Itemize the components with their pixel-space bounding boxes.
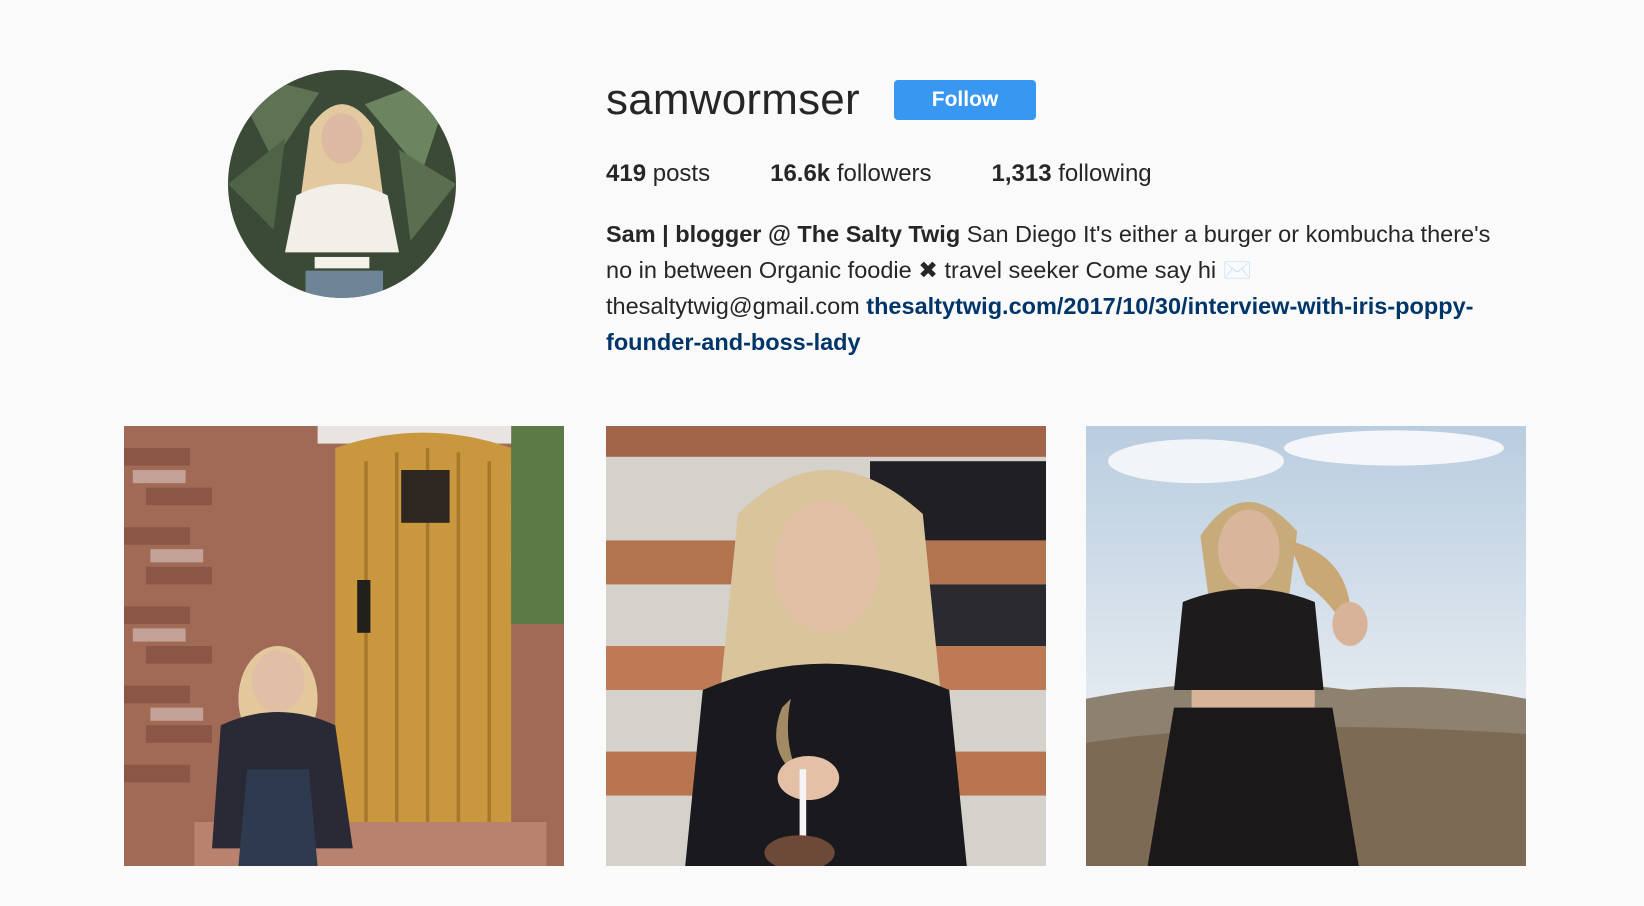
- profile-stats: 419 posts 16.6k followers 1,313 followin…: [606, 158, 1212, 190]
- cross-icon: ✖: [918, 257, 938, 283]
- following-link[interactable]: 1,313 following: [992, 158, 1152, 190]
- post-tile-2[interactable]: [606, 426, 1046, 866]
- post-tile-1[interactable]: [124, 426, 564, 866]
- follow-button[interactable]: Follow: [894, 80, 1036, 120]
- profile-username: samwormser: [606, 75, 860, 124]
- bio-email: thesaltytwig@gmail.com: [606, 293, 867, 319]
- post-photo-icon: [606, 426, 1046, 866]
- following-count-value: 1,313: [991, 160, 1052, 187]
- post-photo-icon: [124, 426, 564, 866]
- followers-link[interactable]: 16.6k followers: [770, 158, 931, 190]
- followers-count-label: followers: [836, 160, 932, 187]
- post-tile-3[interactable]: [1086, 426, 1526, 866]
- post-photo-icon: [1086, 426, 1526, 866]
- followers-count-value: 16.6k: [770, 160, 831, 187]
- posts-count-label: posts: [652, 160, 711, 187]
- posts-count: 419 posts: [606, 158, 710, 190]
- profile-bio: Sam | blogger @ The Salty Twig San Diego…: [606, 216, 1506, 360]
- following-count-label: following: [1058, 160, 1152, 187]
- profile-page: samwormser Follow 419 posts 16.6k follow…: [0, 0, 1644, 906]
- envelope-icon: ✉️: [1222, 257, 1252, 283]
- bio-text-2: travel seeker Come say hi: [937, 257, 1223, 283]
- profile-avatar[interactable]: [228, 70, 456, 298]
- posts-count-value: 419: [606, 160, 647, 187]
- avatar-photo-icon: [228, 70, 456, 298]
- profile-full-name: Sam | blogger @ The Salty Twig: [606, 221, 961, 247]
